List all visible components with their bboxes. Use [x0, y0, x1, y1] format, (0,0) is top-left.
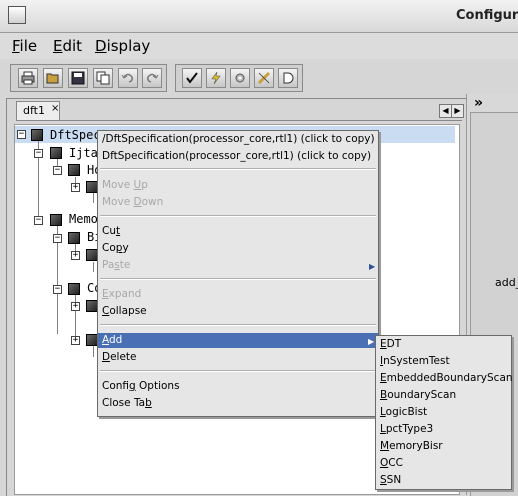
expand-panel-icon[interactable]: »	[474, 95, 483, 111]
menu-display[interactable]: Display	[95, 37, 150, 55]
menu-item-move-up: Move Up	[102, 179, 148, 191]
menu-item-collapse[interactable]: Collapse	[102, 305, 147, 317]
submenu-item-memorybisr[interactable]: MemoryBisr	[380, 440, 443, 452]
menu-item-close-tab[interactable]: Close Tab	[102, 397, 152, 409]
menu-separator	[100, 370, 376, 372]
menu-item-add[interactable]: Add	[102, 334, 122, 346]
redo-icon[interactable]	[142, 68, 162, 88]
menu-item-move-down: Move Down	[102, 196, 164, 208]
menu-item-config-options[interactable]: Config Options	[102, 380, 180, 392]
gear-icon[interactable]	[230, 68, 250, 88]
check-icon[interactable]	[182, 68, 202, 88]
submenu-item-logicbist[interactable]: LogicBist	[380, 406, 427, 418]
menu-separator	[100, 278, 376, 280]
tree-expand-toggle[interactable]: +	[71, 336, 80, 345]
tree-node-ijtag[interactable]: Ijta	[69, 146, 98, 160]
tree-collapse-toggle[interactable]: −	[17, 130, 26, 139]
submenu-item-ssn[interactable]: SSN	[380, 474, 401, 486]
menu-item-cut[interactable]: Cut	[102, 225, 120, 237]
tree-line	[93, 262, 94, 272]
tree-collapse-toggle[interactable]: −	[53, 285, 62, 294]
menu-edit[interactable]: Edit	[53, 37, 82, 55]
open-folder-icon[interactable]	[43, 68, 63, 88]
tree-node-icon	[50, 147, 62, 159]
tree-node-icon	[31, 129, 43, 141]
menu-item-paste: Paste	[102, 259, 131, 271]
tree-node-icon	[68, 232, 80, 244]
tree-line	[93, 193, 94, 203]
menu-separator	[100, 168, 376, 170]
submenu-item-boundaryscan[interactable]: BoundaryScan	[380, 389, 456, 401]
menu-item-expand: Expand	[102, 288, 142, 300]
submenu-arrow-icon: ▶	[369, 262, 376, 271]
tree-collapse-toggle[interactable]: −	[34, 149, 43, 158]
tab-close-icon[interactable]: ×	[51, 100, 59, 118]
tab-scroll-right-button[interactable]: ▶	[451, 104, 464, 118]
window-title: Configura	[456, 8, 518, 23]
right-panel-text: add_	[495, 276, 518, 289]
tree-node-icon	[68, 164, 80, 176]
save-icon[interactable]	[68, 68, 88, 88]
title-bar	[0, 0, 518, 33]
menu-item-copy-path[interactable]: DftSpecification(processor_core,rtl1) (c…	[102, 150, 371, 162]
undo-icon[interactable]	[118, 68, 138, 88]
tree-node-icon	[50, 214, 62, 226]
submenu-item-edt[interactable]: EDT	[380, 338, 401, 350]
menu-file[interactable]: File	[12, 37, 37, 55]
tree-collapse-toggle[interactable]: −	[53, 166, 62, 175]
tree-collapse-toggle[interactable]: −	[34, 216, 43, 225]
menu-separator	[100, 324, 376, 326]
copy-icon[interactable]	[93, 68, 113, 88]
tree-node-icon	[68, 283, 80, 295]
menu-item-copy-full-path[interactable]: /DftSpecification(processor_core,rtl1) (…	[102, 133, 375, 145]
menu-item-copy[interactable]: Copy	[102, 242, 129, 254]
tree-line	[93, 345, 94, 357]
and-gate-icon[interactable]	[278, 68, 298, 88]
tab-divider	[16, 120, 462, 121]
tab-dft1[interactable]: dft1 ×	[16, 101, 60, 120]
menu-item-highlight	[98, 333, 378, 348]
submenu-item-occ[interactable]: OCC	[380, 457, 403, 469]
tree-expand-toggle[interactable]: +	[71, 183, 80, 192]
submenu-item-insystemtest[interactable]: InSystemTest	[380, 355, 450, 367]
submenu-arrow-icon: ▶	[368, 337, 375, 346]
tree-collapse-toggle[interactable]: −	[53, 234, 62, 243]
context-menu	[97, 130, 379, 417]
tree-expand-toggle[interactable]: +	[71, 251, 80, 260]
tree-expand-toggle[interactable]: +	[71, 302, 80, 311]
submenu-item-embeddedboundaryscan[interactable]: EmbeddedBoundaryScan	[380, 372, 513, 384]
print-icon[interactable]	[18, 68, 38, 88]
tree-node-memory[interactable]: Memo	[69, 212, 98, 226]
window-menu-icon[interactable]	[8, 6, 26, 24]
submenu-item-lpcttype3[interactable]: LpctType3	[380, 423, 433, 435]
tree-node-dftspec[interactable]: DftSpec	[50, 128, 101, 142]
menu-separator	[100, 215, 376, 217]
menu-item-delete[interactable]: Delete	[102, 351, 137, 363]
ruler-icon[interactable]	[254, 68, 274, 88]
lightning-icon[interactable]	[206, 68, 226, 88]
